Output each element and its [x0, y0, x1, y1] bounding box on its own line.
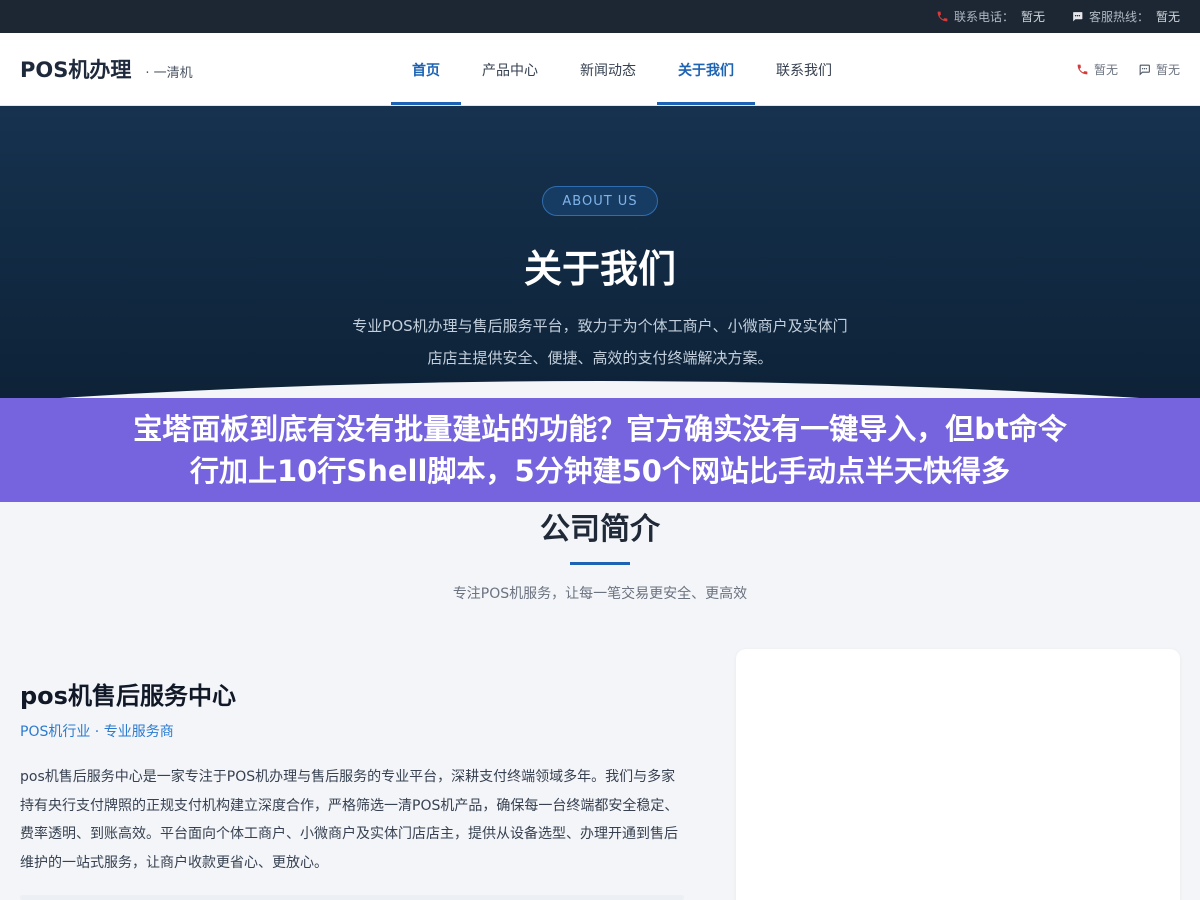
chat-icon — [1073, 12, 1083, 22]
header-contact: 暂无 暂无 — [1076, 61, 1180, 78]
stats-card-edge — [20, 895, 684, 900]
nav-item-contact[interactable]: 联系我们 — [755, 33, 853, 106]
nav-item-products[interactable]: 产品中心 — [461, 33, 559, 106]
topbar-hotline-label: 客服热线： — [1088, 10, 1149, 24]
company-tag: POS机行业 · 专业服务商 — [20, 724, 174, 740]
topbar-phone-label: 联系电话： — [953, 10, 1014, 24]
brand-subtitle: · 一清机 — [145, 66, 193, 81]
topbar-hotline-value: 暂无 — [1155, 10, 1180, 24]
site-header: POS机办理 · 一清机 首页 产品中心 新闻动态 关于我们 联系我们 暂无 暂… — [0, 33, 1200, 106]
hero-desc-line2: 店店主提供安全、便捷、高效的支付终端解决方案。 — [427, 349, 773, 367]
about-hero: ABOUT US 关于我们 专业POS机办理与售后服务平台，致力于为个体工商户、… — [0, 106, 1200, 402]
brand-logo[interactable]: POS机办理 · 一清机 — [20, 54, 193, 84]
company-description: pos机售后服务中心是一家专注于POS机办理与售后服务的专业平台，深耕支付终端领… — [20, 769, 679, 871]
company-name: pos机售后服务中心 — [20, 682, 236, 710]
phone-icon — [937, 11, 948, 22]
company-intro: pos机售后服务中心 POS机行业 · 专业服务商 pos机售后服务中心是一家专… — [20, 676, 684, 877]
intro-heading: 公司简介 专注POS机服务，让每一笔交易更安全、更高效 — [0, 504, 1200, 603]
top-info-bar: 联系电话： 暂无 客服热线： 暂无 — [0, 0, 1200, 33]
nav-item-about[interactable]: 关于我们 — [657, 33, 755, 106]
hero-description: 专业POS机办理与售后服务平台，致力于为个体工商户、小微商户及实体门 店店主提供… — [300, 310, 900, 374]
hero-desc-line1: 专业POS机办理与售后服务平台，致力于为个体工商户、小微商户及实体门 — [352, 317, 848, 335]
header-chat-value: 暂无 — [1155, 62, 1180, 77]
topbar-phone: 联系电话： 暂无 — [936, 8, 1045, 25]
hero-title: 关于我们 — [523, 247, 676, 291]
topbar-hotline: 客服热线： 暂无 — [1071, 8, 1180, 25]
header-phone-value: 暂无 — [1093, 62, 1118, 77]
main-nav: 首页 产品中心 新闻动态 关于我们 联系我们 — [391, 33, 853, 106]
header-chat[interactable]: 暂无 — [1138, 61, 1180, 78]
section-subtitle: 专注POS机服务，让每一笔交易更安全、更高效 — [452, 586, 748, 602]
phone-icon — [1077, 64, 1088, 74]
brand-name[interactable]: POS机办理 — [20, 54, 131, 84]
company-image-card — [736, 649, 1180, 900]
promo-text[interactable]: 宝塔面板到底有没有批量建站的功能？官方确实没有一键导入，但bt命令 行加上10行… — [133, 408, 1067, 492]
about-us-badge: ABOUT US — [542, 186, 658, 216]
nav-item-home[interactable]: 首页 — [391, 33, 461, 106]
promo-banner[interactable]: 宝塔面板到底有没有批量建站的功能？官方确实没有一键导入，但bt命令 行加上10行… — [0, 398, 1200, 502]
title-underline — [570, 562, 630, 565]
header-phone[interactable]: 暂无 — [1076, 61, 1118, 78]
chat-icon — [1139, 64, 1150, 76]
topbar-phone-value: 暂无 — [1020, 10, 1045, 24]
promo-line1: 宝塔面板到底有没有批量建站的功能？官方确实没有一键导入，但bt命令 — [133, 412, 1067, 446]
promo-line2: 行加上10行Shell脚本，5分钟建50个网站比手动点半天快得多 — [190, 454, 1010, 488]
nav-item-news[interactable]: 新闻动态 — [559, 33, 657, 106]
section-title: 公司简介 — [540, 512, 660, 547]
